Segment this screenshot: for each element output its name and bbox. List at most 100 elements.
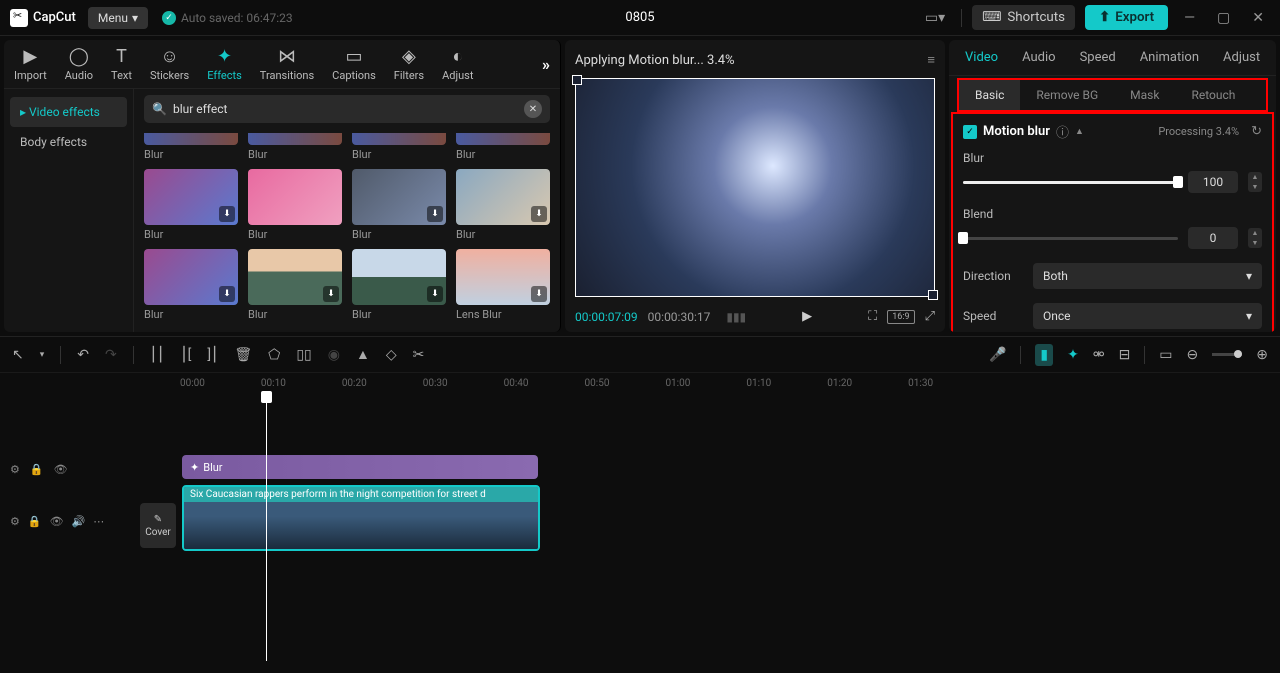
download-icon[interactable]: ⬇ — [531, 286, 547, 302]
tab-audio[interactable]: Audio — [1010, 40, 1067, 75]
split-left-tool[interactable]: ⎮[ — [180, 347, 191, 363]
preview-mode-icon[interactable]: ▭ — [1159, 347, 1172, 363]
play-button[interactable]: ▶ — [802, 309, 812, 324]
track-more-icon[interactable]: ⋯ — [93, 515, 104, 528]
project-title[interactable]: 0805 — [625, 10, 654, 25]
aspect-ratio[interactable]: 16:9 — [887, 310, 914, 324]
select-tool[interactable]: ↖ — [12, 347, 24, 363]
nav-more-icon[interactable]: » — [542, 55, 550, 74]
menu-button[interactable]: Menu▾ — [88, 7, 148, 29]
redo-button[interactable]: ↷ — [105, 347, 117, 363]
maximize-button[interactable]: ▢ — [1211, 10, 1236, 26]
export-button[interactable]: ⬆Export — [1085, 5, 1168, 30]
direction-select[interactable]: Both▾ — [1033, 263, 1262, 289]
nav-captions[interactable]: ▭Captions — [332, 46, 376, 82]
align-icon[interactable]: ⊟ — [1119, 347, 1131, 363]
effect-item[interactable]: Blur — [352, 133, 446, 161]
preview-viewport[interactable] — [575, 78, 935, 297]
cat-body-effects[interactable]: Body effects — [10, 127, 127, 157]
track-lock-icon[interactable]: 🔒 — [30, 463, 44, 476]
effect-item[interactable]: ⬇Blur — [352, 249, 446, 321]
nav-effects[interactable]: ✦Effects — [207, 46, 242, 82]
nav-transitions[interactable]: ⋈Transitions — [260, 46, 314, 82]
crop-tool[interactable]: ✂ — [413, 347, 425, 363]
effect-item[interactable]: ⬇Blur — [144, 169, 238, 241]
nav-import[interactable]: ▶Import — [14, 46, 47, 82]
undo-button[interactable]: ↶ — [77, 347, 89, 363]
blend-value[interactable] — [1188, 227, 1238, 249]
blend-slider[interactable] — [963, 237, 1178, 240]
timeline-ruler[interactable]: 00:00 00:10 00:20 00:30 00:40 00:50 01:0… — [0, 373, 1280, 393]
magnet-icon[interactable]: ▮ — [1035, 344, 1053, 366]
crop-icon[interactable]: ⛶ — [868, 309, 877, 324]
blend-spinner[interactable]: ▲▼ — [1248, 228, 1262, 248]
track-visible-icon[interactable]: 👁 — [54, 463, 68, 476]
mirror-tool[interactable]: ▲ — [356, 346, 370, 363]
reset-icon[interactable]: ↻ — [1251, 124, 1262, 139]
nav-audio[interactable]: ◯Audio — [65, 46, 93, 82]
effect-item[interactable]: ⬇Lens Blur — [456, 249, 550, 321]
effect-item[interactable]: ⬇Blur — [248, 249, 342, 321]
effect-item[interactable]: ⬇Blur — [144, 249, 238, 321]
cat-video-effects[interactable]: Video effects — [10, 97, 127, 127]
effect-item[interactable]: Blur — [248, 133, 342, 161]
tab-speed[interactable]: Speed — [1068, 40, 1128, 75]
download-icon[interactable]: ⬇ — [427, 206, 443, 222]
download-icon[interactable]: ⬇ — [531, 206, 547, 222]
download-icon[interactable]: ⬇ — [219, 206, 235, 222]
nav-filters[interactable]: ◈Filters — [394, 46, 424, 82]
subtab-removebg[interactable]: Remove BG — [1020, 80, 1114, 110]
fullscreen-icon[interactable]: ⤢ — [925, 309, 935, 324]
blur-spinner[interactable]: ▲▼ — [1248, 172, 1262, 192]
track-mute-icon[interactable]: 🔊 — [72, 515, 86, 528]
subtab-mask[interactable]: Mask — [1114, 80, 1175, 110]
blur-value[interactable] — [1188, 171, 1238, 193]
split-right-tool[interactable]: ]⎮ — [207, 347, 218, 363]
cover-button[interactable]: ✎ Cover — [140, 503, 176, 548]
chevron-up-icon[interactable]: ▲ — [1075, 126, 1084, 137]
motion-blur-toggle[interactable]: ✓ — [963, 125, 977, 139]
zoom-in-icon[interactable]: ⊕ — [1256, 347, 1268, 363]
record-tool[interactable]: ◉ — [328, 347, 340, 363]
track-visible-icon[interactable]: 👁 — [50, 515, 64, 528]
effect-item[interactable]: Blur — [144, 133, 238, 161]
zoom-out-icon[interactable]: ⊖ — [1187, 347, 1199, 363]
speed-select[interactable]: Once▾ — [1033, 303, 1262, 329]
download-icon[interactable]: ⬇ — [427, 286, 443, 302]
blur-slider[interactable] — [963, 181, 1178, 184]
video-clip[interactable]: Six Caucasian rappers perform in the nig… — [182, 485, 540, 551]
preview-menu-icon[interactable]: ≡ — [927, 52, 935, 68]
effect-item[interactable]: Blur — [248, 169, 342, 241]
subtab-retouch[interactable]: Retouch — [1175, 80, 1251, 110]
tab-adjust[interactable]: Adjust — [1211, 40, 1272, 75]
mic-icon[interactable]: 🎤 — [989, 347, 1006, 363]
subtab-basic[interactable]: Basic — [959, 80, 1020, 110]
track-settings-icon[interactable]: ⚙ — [10, 515, 20, 528]
select-mode-icon[interactable]: ▾ — [40, 350, 45, 360]
nav-adjust[interactable]: ◐Adjust — [442, 46, 473, 82]
nav-text[interactable]: TText — [111, 46, 132, 82]
effect-item[interactable]: ⬇Blur — [352, 169, 446, 241]
layout-icon[interactable]: ▭▾ — [919, 10, 951, 26]
search-input[interactable] — [173, 102, 524, 116]
snap-icon[interactable]: ✦ — [1067, 347, 1079, 363]
close-button[interactable]: ✕ — [1246, 10, 1270, 26]
frame-tool[interactable]: ▯▯ — [296, 347, 311, 363]
zoom-slider[interactable] — [1212, 353, 1242, 356]
download-icon[interactable]: ⬇ — [219, 286, 235, 302]
effect-item[interactable]: ⬇Blur — [456, 169, 550, 241]
download-icon[interactable]: ⬇ — [323, 286, 339, 302]
nav-stickers[interactable]: ☺Stickers — [150, 46, 189, 82]
split-tool[interactable]: ⎮⎮ — [150, 347, 165, 363]
effect-search[interactable]: 🔍 ✕ — [144, 95, 550, 123]
effect-clip[interactable]: ✦ Blur — [182, 455, 538, 479]
shield-tool[interactable]: ⬠ — [268, 347, 280, 363]
tab-animation[interactable]: Animation — [1128, 40, 1211, 75]
effect-item[interactable]: Blur — [456, 133, 550, 161]
tab-video[interactable]: Video — [953, 40, 1010, 75]
track-lock-icon[interactable]: 🔒 — [28, 515, 42, 528]
info-icon[interactable]: ⓘ — [1056, 122, 1069, 141]
delete-tool[interactable]: 🗑 — [234, 347, 252, 363]
rotate-tool[interactable]: ◇ — [386, 347, 397, 363]
segments-icon[interactable]: ▮▮▮ — [726, 310, 746, 324]
